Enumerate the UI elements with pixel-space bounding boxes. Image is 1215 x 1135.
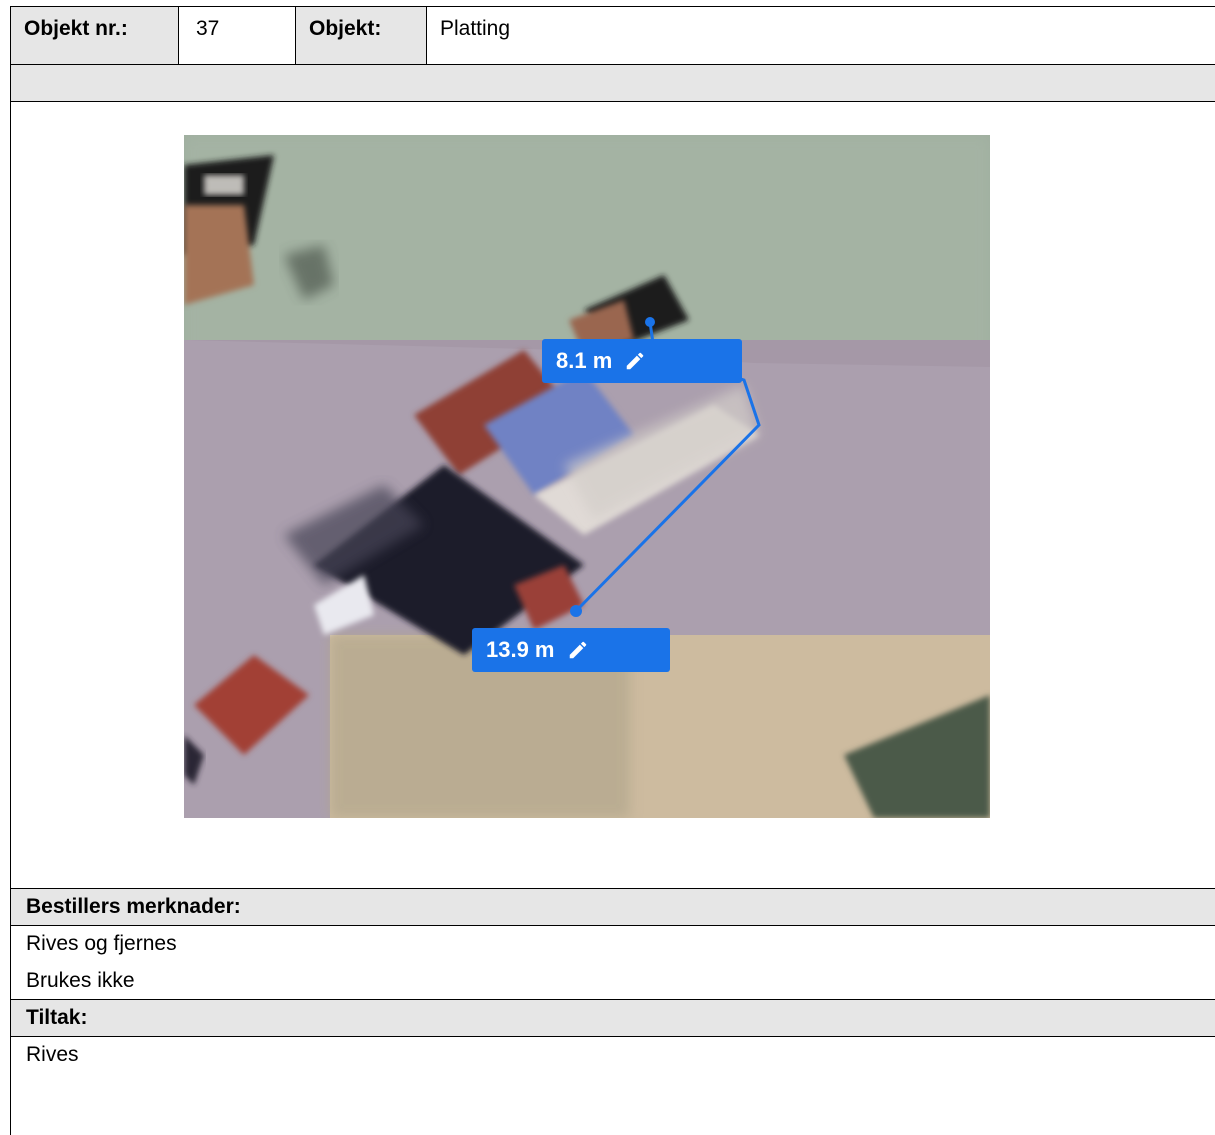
- measurement-value-2: 13.9 m: [486, 637, 555, 662]
- objekt-value: Platting: [440, 17, 511, 40]
- table-rule: [10, 6, 1215, 7]
- measurement-label-2[interactable]: 13.9 m: [472, 628, 670, 672]
- table-rule: [426, 6, 427, 64]
- section-spacer-row: [10, 65, 1215, 101]
- objekt-label: Objekt:: [309, 17, 382, 40]
- table-rule: [10, 6, 11, 1135]
- objekt-nr-label: Objekt nr.:: [24, 17, 128, 40]
- pencil-icon[interactable]: [567, 639, 589, 661]
- table-rule: [10, 101, 1215, 102]
- table-rule: [295, 6, 296, 64]
- table-rule: [10, 925, 1215, 926]
- table-rule: [10, 1036, 1215, 1037]
- objekt-nr-value: 37: [196, 17, 220, 40]
- merknad-line-2: Brukes ikke: [26, 969, 135, 992]
- object-form: Objekt nr.: 37 Objekt: Platting 8.1 m 13…: [10, 6, 1215, 1135]
- measurement-value-1: 8.1 m: [556, 348, 613, 373]
- table-rule: [178, 6, 179, 64]
- bestillers-merknader-heading: Bestillers merknader:: [26, 895, 241, 918]
- table-rule: [10, 999, 1215, 1000]
- tiltak-heading-row: [10, 1000, 1215, 1036]
- measurement-label-1[interactable]: 8.1 m: [542, 339, 742, 383]
- pencil-icon[interactable]: [624, 350, 646, 372]
- aerial-photo-svg: [184, 135, 990, 818]
- aerial-photo: 8.1 m 13.9 m: [184, 135, 990, 818]
- merknad-line-1: Rives og fjernes: [26, 932, 177, 955]
- table-rule: [10, 64, 1215, 65]
- tiltak-heading: Tiltak:: [26, 1006, 88, 1029]
- tiltak-line-1: Rives: [26, 1043, 79, 1066]
- table-rule: [10, 888, 1215, 889]
